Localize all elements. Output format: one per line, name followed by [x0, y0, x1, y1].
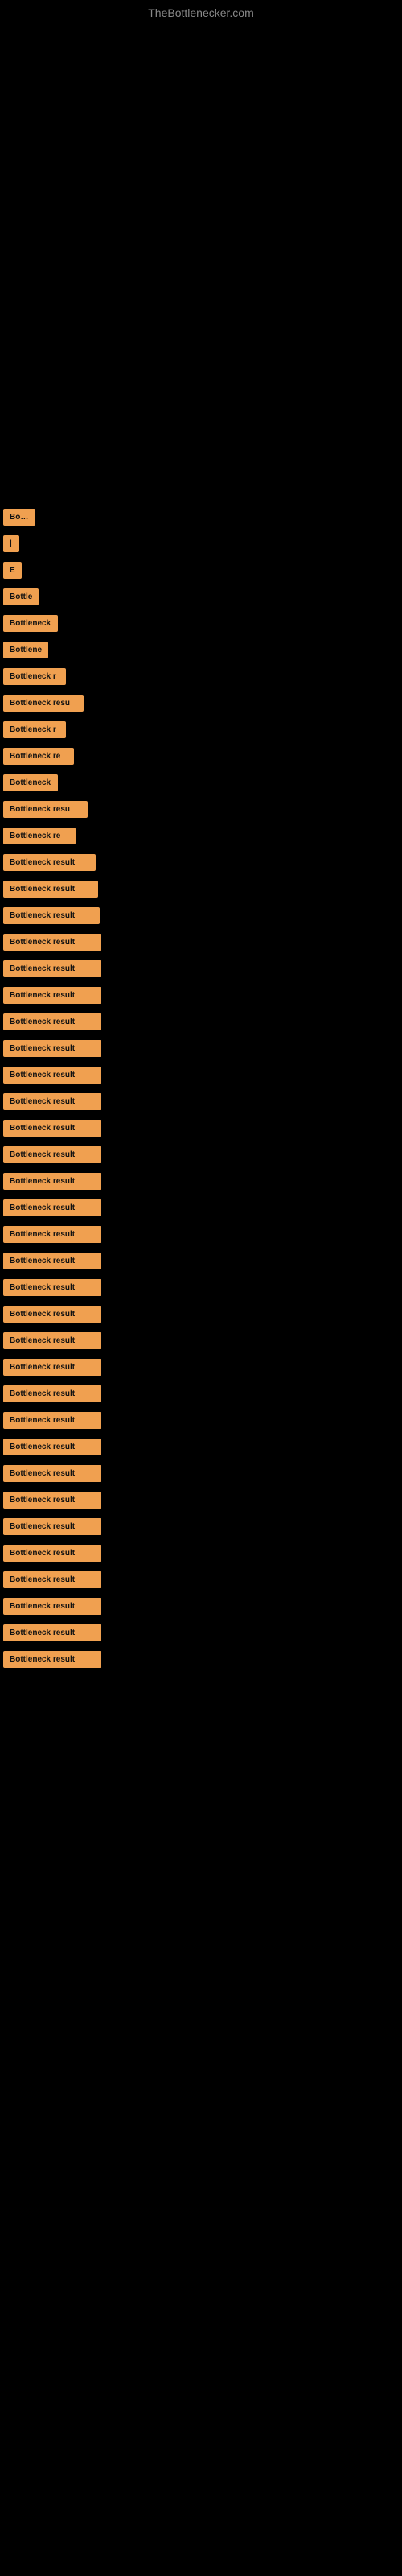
result-tag-7: Bottleneck r	[3, 668, 66, 685]
result-row-41: Bottleneck result	[0, 1568, 402, 1591]
result-tag-44: Bottleneck result	[3, 1651, 101, 1668]
result-tag-37: Bottleneck result	[3, 1465, 101, 1482]
result-row-13: Bottleneck re	[0, 824, 402, 848]
result-row-9: Bottleneck r	[0, 718, 402, 741]
result-row-37: Bottleneck result	[0, 1462, 402, 1485]
result-tag-23: Bottleneck result	[3, 1093, 101, 1110]
result-tag-29: Bottleneck result	[3, 1253, 101, 1269]
result-row-30: Bottleneck result	[0, 1276, 402, 1299]
result-tag-1: Bottleneck result	[3, 509, 35, 526]
result-tag-15: Bottleneck result	[3, 881, 98, 898]
result-row-11: Bottleneck	[0, 771, 402, 795]
result-row-28: Bottleneck result	[0, 1223, 402, 1246]
result-row-12: Bottleneck resu	[0, 798, 402, 821]
result-row-18: Bottleneck result	[0, 957, 402, 980]
result-row-21: Bottleneck result	[0, 1037, 402, 1060]
result-row-32: Bottleneck result	[0, 1329, 402, 1352]
result-row-22: Bottleneck result	[0, 1063, 402, 1087]
result-tag-13: Bottleneck re	[3, 828, 76, 844]
result-row-15: Bottleneck result	[0, 877, 402, 901]
result-row-3: E	[0, 559, 402, 582]
result-tag-20: Bottleneck result	[3, 1013, 101, 1030]
result-tag-2: |	[3, 535, 19, 552]
result-row-10: Bottleneck re	[0, 745, 402, 768]
result-tag-24: Bottleneck result	[3, 1120, 101, 1137]
site-title: TheBottlenecker.com	[0, 0, 402, 23]
result-tag-38: Bottleneck result	[3, 1492, 101, 1509]
result-row-36: Bottleneck result	[0, 1435, 402, 1459]
result-tag-36: Bottleneck result	[3, 1439, 101, 1455]
result-tag-14: Bottleneck result	[3, 854, 96, 871]
result-row-42: Bottleneck result	[0, 1595, 402, 1618]
result-tag-35: Bottleneck result	[3, 1412, 101, 1429]
result-row-39: Bottleneck result	[0, 1515, 402, 1538]
result-tag-11: Bottleneck	[3, 774, 58, 791]
result-row-6: Bottlene	[0, 638, 402, 662]
result-tag-31: Bottleneck result	[3, 1306, 101, 1323]
result-row-1: Bottleneck result	[0, 506, 402, 529]
result-tag-41: Bottleneck result	[3, 1571, 101, 1588]
result-tag-17: Bottleneck result	[3, 934, 101, 951]
result-row-8: Bottleneck resu	[0, 691, 402, 715]
result-row-2: |	[0, 532, 402, 555]
result-row-44: Bottleneck result	[0, 1648, 402, 1671]
result-tag-33: Bottleneck result	[3, 1359, 101, 1376]
result-tag-25: Bottleneck result	[3, 1146, 101, 1163]
result-row-34: Bottleneck result	[0, 1382, 402, 1406]
result-tag-16: Bottleneck result	[3, 907, 100, 924]
result-row-14: Bottleneck result	[0, 851, 402, 874]
result-row-17: Bottleneck result	[0, 931, 402, 954]
result-tag-8: Bottleneck resu	[3, 695, 84, 712]
main-chart-area	[0, 23, 402, 506]
result-tag-6: Bottlene	[3, 642, 48, 658]
result-tag-34: Bottleneck result	[3, 1385, 101, 1402]
result-row-27: Bottleneck result	[0, 1196, 402, 1220]
result-tag-40: Bottleneck result	[3, 1545, 101, 1562]
result-tag-42: Bottleneck result	[3, 1598, 101, 1615]
result-row-20: Bottleneck result	[0, 1010, 402, 1034]
result-row-4: Bottle	[0, 585, 402, 609]
result-row-16: Bottleneck result	[0, 904, 402, 927]
results-container: Bottleneck result | E Bottle Bottleneck Bottl…	[0, 506, 402, 1671]
result-row-29: Bottleneck result	[0, 1249, 402, 1273]
result-tag-27: Bottleneck result	[3, 1199, 101, 1216]
result-tag-21: Bottleneck result	[3, 1040, 101, 1057]
result-row-24: Bottleneck result	[0, 1117, 402, 1140]
result-row-5: Bottleneck	[0, 612, 402, 635]
result-tag-32: Bottleneck result	[3, 1332, 101, 1349]
result-row-23: Bottleneck result	[0, 1090, 402, 1113]
result-tag-30: Bottleneck result	[3, 1279, 101, 1296]
result-row-43: Bottleneck result	[0, 1621, 402, 1645]
result-row-19: Bottleneck result	[0, 984, 402, 1007]
result-tag-39: Bottleneck result	[3, 1518, 101, 1535]
result-row-25: Bottleneck result	[0, 1143, 402, 1166]
result-row-33: Bottleneck result	[0, 1356, 402, 1379]
result-tag-5: Bottleneck	[3, 615, 58, 632]
result-row-38: Bottleneck result	[0, 1488, 402, 1512]
result-tag-26: Bottleneck result	[3, 1173, 101, 1190]
result-tag-12: Bottleneck resu	[3, 801, 88, 818]
result-row-26: Bottleneck result	[0, 1170, 402, 1193]
result-tag-28: Bottleneck result	[3, 1226, 101, 1243]
result-row-31: Bottleneck result	[0, 1302, 402, 1326]
result-tag-10: Bottleneck re	[3, 748, 74, 765]
result-tag-9: Bottleneck r	[3, 721, 66, 738]
result-row-40: Bottleneck result	[0, 1542, 402, 1565]
result-tag-3: E	[3, 562, 22, 579]
result-row-35: Bottleneck result	[0, 1409, 402, 1432]
result-tag-19: Bottleneck result	[3, 987, 101, 1004]
result-tag-18: Bottleneck result	[3, 960, 101, 977]
result-tag-4: Bottle	[3, 588, 39, 605]
result-tag-22: Bottleneck result	[3, 1067, 101, 1084]
result-row-7: Bottleneck r	[0, 665, 402, 688]
result-tag-43: Bottleneck result	[3, 1624, 101, 1641]
